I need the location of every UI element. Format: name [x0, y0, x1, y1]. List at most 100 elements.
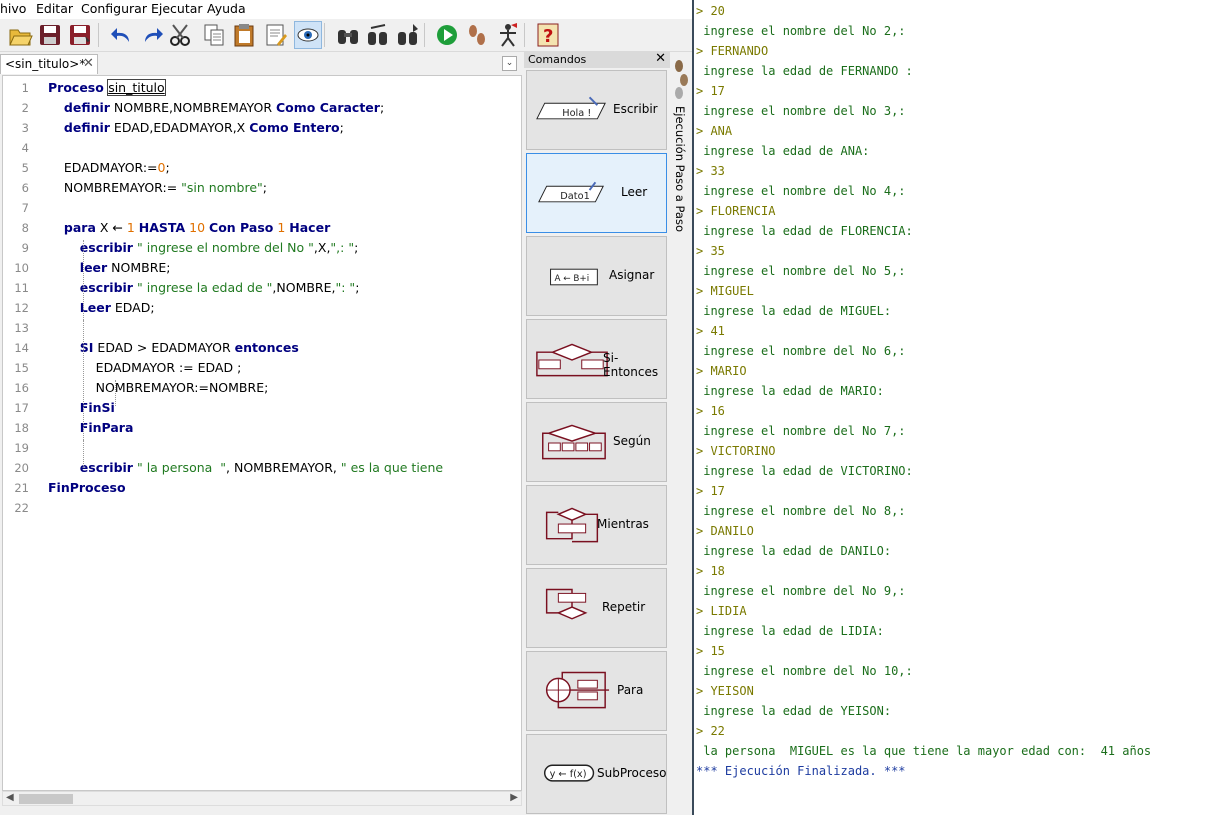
- cut-button[interactable]: [167, 21, 195, 49]
- console-line: > 35: [696, 244, 725, 258]
- leer-icon: Dato1: [538, 181, 604, 203]
- code-string: ": ": [335, 280, 356, 295]
- code-line[interactable]: definir EDAD,EDADMAYOR,X Como Entero;: [48, 120, 344, 135]
- code-text: EDADMAYOR:=: [48, 160, 158, 175]
- code-line[interactable]: definir NOMBRE,NOMBREMAYOR Como Caracter…: [48, 100, 384, 115]
- menu-hivo[interactable]: hivo: [0, 1, 26, 16]
- save-button[interactable]: [36, 21, 64, 49]
- watch-button[interactable]: [294, 21, 322, 49]
- step-button[interactable]: [463, 21, 491, 49]
- command-si-entonces[interactable]: Si-Entonces: [526, 319, 667, 399]
- command-asignar[interactable]: A ← B+i Asignar: [526, 236, 667, 316]
- repetir-icon: [545, 588, 588, 620]
- si-entonces-icon: [536, 343, 608, 377]
- paste-button[interactable]: [230, 21, 258, 49]
- code-keyword: SI: [79, 340, 94, 355]
- save-as-button[interactable]: [66, 21, 94, 49]
- tabs-dropdown-button[interactable]: ⌄: [502, 56, 517, 71]
- replace-button[interactable]: [394, 21, 422, 49]
- code-line[interactable]: escribir " ingrese el nombre del No ",X,…: [48, 240, 359, 255]
- toolbar-separator: [324, 23, 325, 47]
- command-repetir[interactable]: Repetir: [526, 568, 667, 648]
- code-keyword: FinSi: [79, 400, 115, 415]
- code-line[interactable]: escribir " la persona ", NOMBREMAYOR, " …: [48, 460, 443, 475]
- code-line[interactable]: NOMBREMAYOR:= "sin nombre";: [48, 180, 267, 195]
- console-line: la persona MIGUEL es la que tiene la may…: [696, 744, 1152, 758]
- code-text: NOMBRE,NOMBREMAYOR: [109, 100, 276, 115]
- console-line: ingrese la edad de DANILO:: [696, 544, 892, 558]
- line-number: 4: [21, 141, 29, 155]
- command-subproceso[interactable]: y ← f(x) SubProceso: [526, 734, 667, 814]
- run-button[interactable]: [433, 21, 461, 49]
- code-line[interactable]: FinSi: [48, 400, 115, 415]
- edit-button[interactable]: [262, 21, 290, 49]
- find-button[interactable]: [334, 21, 362, 49]
- line-number: 7: [21, 201, 29, 215]
- help-button[interactable]: ?: [534, 21, 562, 49]
- code-line[interactable]: para X ← 1 HASTA 10 Con Paso 1 Hacer: [48, 220, 330, 235]
- paste-icon: [234, 24, 254, 47]
- code-line[interactable]: FinPara: [48, 420, 134, 435]
- command-label: Para: [617, 683, 644, 697]
- code-line[interactable]: FinProceso: [48, 480, 126, 495]
- line-number: 12: [14, 301, 29, 315]
- command-seg-n[interactable]: Según: [526, 402, 667, 482]
- file-tab[interactable]: <sin_titulo>* ✕: [0, 54, 98, 74]
- code-text: ;: [355, 280, 360, 295]
- save-as-icon: [70, 25, 90, 45]
- menu-configurar[interactable]: Configurar: [81, 1, 147, 16]
- code-keyword: definir: [63, 100, 110, 115]
- scroll-right-icon[interactable]: ▶: [510, 792, 518, 803]
- command-mientras[interactable]: Mientras: [526, 485, 667, 565]
- line-number: 14: [14, 341, 29, 355]
- replace-icon: [398, 24, 418, 45]
- code-line[interactable]: EDADMAYOR:=0;: [48, 160, 170, 175]
- code-line[interactable]: Proceso sin_titulo: [48, 79, 166, 96]
- code-text: ;: [262, 180, 267, 195]
- code-line[interactable]: leer NOMBRE;: [48, 260, 171, 275]
- close-commands-icon[interactable]: ✕: [655, 51, 666, 66]
- menu-ayuda[interactable]: Ayuda: [207, 1, 246, 16]
- open-button[interactable]: [6, 21, 34, 49]
- command-para[interactable]: Para: [526, 651, 667, 731]
- close-tab-icon[interactable]: ✕: [83, 56, 94, 71]
- code-editor[interactable]: 1 Proceso sin_titulo 2 definir NOMBRE,NOMB…: [2, 75, 522, 791]
- menu-editar[interactable]: Editar: [36, 1, 73, 16]
- execution-console[interactable]: > 20 ingrese el nombre del No 2,: > FERNA…: [694, 0, 1220, 815]
- command-label: Asignar: [609, 268, 655, 282]
- find-next-button[interactable]: [364, 21, 392, 49]
- undo-button[interactable]: [108, 21, 136, 49]
- redo-button[interactable]: [138, 21, 166, 49]
- horizontal-scrollbar[interactable]: ◀ ▶: [2, 791, 522, 806]
- code-keyword: definir: [63, 120, 110, 135]
- console-line: ingrese el nombre del No 10,:: [696, 664, 913, 678]
- step-by-step-label[interactable]: Ejecución Paso a Paso: [673, 106, 687, 232]
- code-line[interactable]: Leer EDAD;: [48, 300, 155, 315]
- commands-panel-title: Comandos: [528, 53, 587, 66]
- console-line: ingrese el nombre del No 4,:: [696, 184, 906, 198]
- copy-button[interactable]: [200, 21, 228, 49]
- code-number: 1: [126, 220, 135, 235]
- console-line: > 16: [696, 404, 725, 418]
- find-next-icon: [368, 24, 387, 45]
- code-line[interactable]: NOMBREMAYOR:=NOMBRE;: [48, 380, 269, 395]
- code-line[interactable]: escribir " ingrese la edad de ",NOMBRE,"…: [48, 280, 360, 295]
- menu-ejecutar[interactable]: Ejecutar: [151, 1, 203, 16]
- debug-button[interactable]: [494, 21, 522, 49]
- line-number: 3: [21, 121, 29, 135]
- scrollbar-thumb[interactable]: [19, 794, 73, 804]
- code-line[interactable]: SI EDAD > EDADMAYOR entonces: [48, 340, 299, 355]
- code-text: ;: [339, 120, 344, 135]
- code-keyword: Como Entero: [249, 120, 340, 135]
- code-line[interactable]: EDADMAYOR := EDAD ;: [48, 360, 242, 375]
- file-tab-label: <sin_titulo>*: [5, 57, 86, 71]
- command-label: Leer: [621, 185, 648, 199]
- command-escribir[interactable]: Hola ! Escribir: [526, 70, 667, 150]
- run-icon: [437, 25, 457, 45]
- scroll-left-icon[interactable]: ◀: [6, 792, 14, 803]
- footsteps-icon[interactable]: [672, 58, 690, 102]
- command-leer[interactable]: Dato1 Leer: [526, 153, 667, 233]
- svg-text:A ← B+i: A ← B+i: [554, 274, 589, 284]
- console-line: ingrese el nombre del No 9,:: [696, 584, 906, 598]
